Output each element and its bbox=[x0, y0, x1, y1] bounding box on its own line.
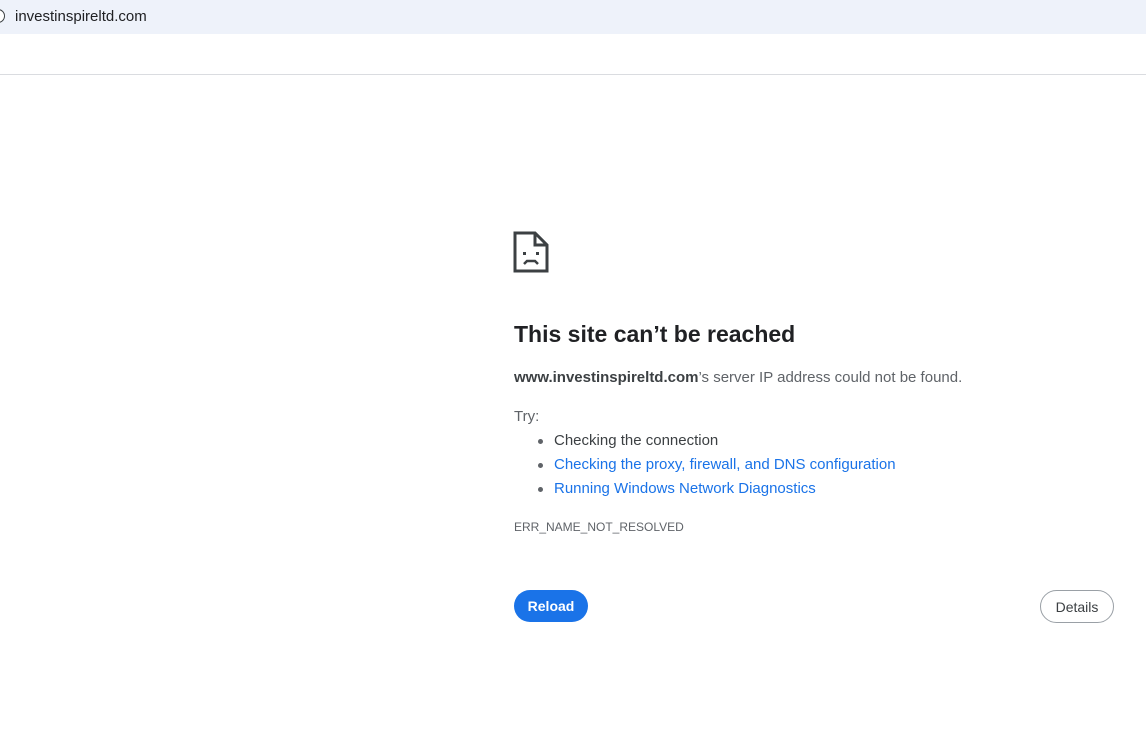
suggestion-item: Checking the connection bbox=[514, 432, 896, 456]
error-domain: www.investinspireltd.com bbox=[514, 369, 699, 386]
suggestion-list: Checking the connection Checking the pro… bbox=[514, 432, 896, 504]
error-summary-text: ’s server IP address could not be found. bbox=[698, 369, 963, 386]
suggestion-item: Checking the proxy, firewall, and DNS co… bbox=[514, 456, 896, 480]
details-button[interactable]: Details bbox=[1040, 590, 1114, 623]
suggestion-item: Running Windows Network Diagnostics bbox=[514, 480, 896, 504]
try-label: Try: bbox=[514, 408, 540, 425]
suggestion-proxy-firewall-dns-link[interactable]: Checking the proxy, firewall, and DNS co… bbox=[554, 456, 896, 473]
site-info-icon[interactable] bbox=[0, 9, 5, 23]
error-code: ERR_NAME_NOT_RESOLVED bbox=[514, 520, 684, 534]
sad-page-icon bbox=[513, 231, 549, 273]
url-text[interactable]: investinspireltd.com bbox=[15, 8, 147, 25]
toolbar-strip bbox=[0, 34, 1146, 75]
error-summary: www.investinspireltd.com’s server IP add… bbox=[514, 369, 962, 386]
suggestion-network-diagnostics-link[interactable]: Running Windows Network Diagnostics bbox=[554, 480, 816, 497]
suggestion-check-connection: Checking the connection bbox=[554, 432, 719, 449]
reload-button[interactable]: Reload bbox=[514, 590, 588, 622]
error-title: This site can’t be reached bbox=[514, 321, 796, 347]
address-bar[interactable]: investinspireltd.com bbox=[0, 0, 1146, 34]
